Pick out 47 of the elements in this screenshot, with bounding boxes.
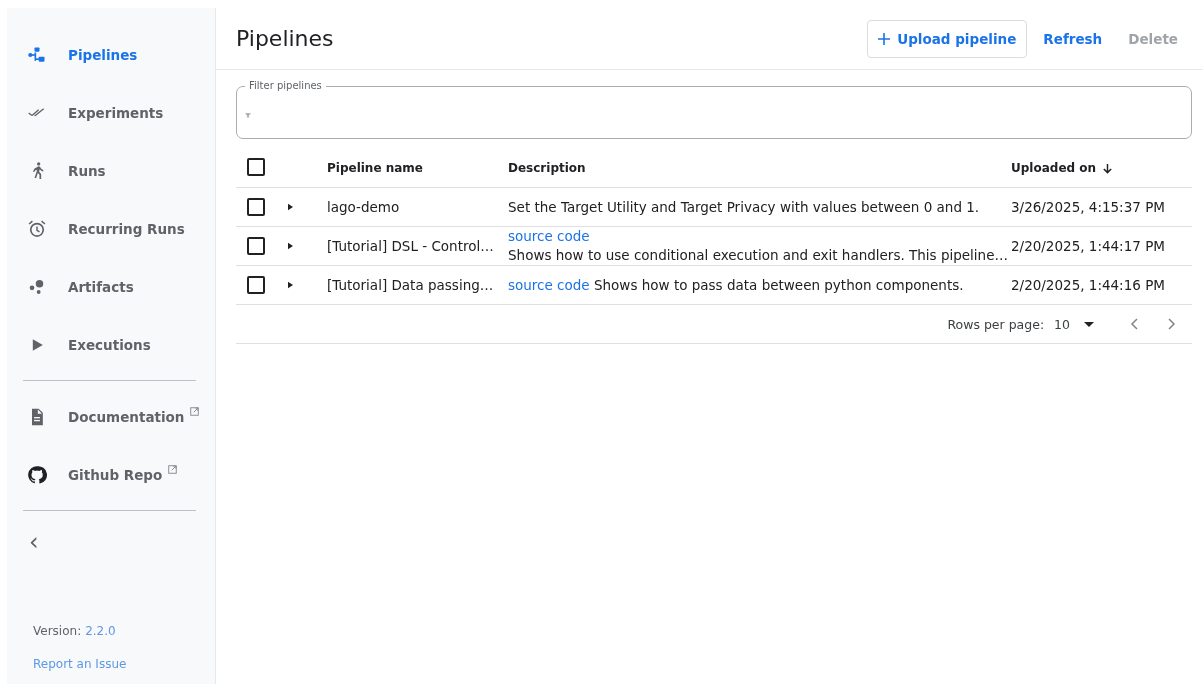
version-label: Version: bbox=[33, 624, 82, 638]
table-cell: 2/20/2025, 1:44:17 PM bbox=[1011, 238, 1165, 254]
nav-item[interactable]: Pipelines bbox=[7, 26, 215, 84]
table-cell: Set the Target Utility and Target Privacy with values between 0 and 1. bbox=[508, 199, 980, 215]
github-icon bbox=[27, 465, 47, 485]
chevron-left-icon bbox=[1130, 318, 1138, 330]
table-cell: lago-demo bbox=[327, 199, 400, 215]
nav-item[interactable]: Recurring Runs bbox=[7, 200, 215, 258]
table-cell: Shows how to pass data between python components. bbox=[594, 277, 964, 293]
collapse-button[interactable]: ‹ bbox=[7, 518, 67, 566]
plus-icon bbox=[878, 32, 891, 45]
nav-item[interactable]: Runs bbox=[7, 142, 215, 200]
checkbox[interactable] bbox=[247, 237, 265, 255]
nav-item[interactable]: Experiments bbox=[7, 84, 215, 142]
nav-item[interactable]: Artifacts bbox=[7, 258, 215, 316]
checkbox[interactable] bbox=[247, 158, 265, 176]
filter-icon bbox=[245, 113, 251, 118]
table-cell: [Tutorial] DSL - Control… bbox=[327, 238, 494, 254]
expand-arrow-icon[interactable] bbox=[288, 242, 293, 250]
column-header[interactable]: Pipeline name bbox=[327, 161, 423, 175]
checkbox[interactable] bbox=[247, 198, 265, 216]
table-cell: [Tutorial] Data passing… bbox=[327, 277, 494, 293]
nav-link[interactable]: Github Repo bbox=[7, 446, 215, 504]
checkbox[interactable] bbox=[247, 276, 265, 294]
sort-arrow-icon bbox=[1102, 162, 1114, 174]
alarm-clock-icon bbox=[27, 219, 47, 239]
page-title: Pipelines bbox=[236, 26, 334, 51]
chevron-right-icon bbox=[1168, 318, 1176, 330]
upload-button[interactable]: Upload pipeline bbox=[867, 19, 1028, 58]
column-header[interactable]: Uploaded on bbox=[1011, 161, 1114, 175]
table-cell: 3/26/2025, 4:15:37 PM bbox=[1011, 199, 1165, 215]
expand-arrow-icon[interactable] bbox=[288, 281, 293, 289]
source-code-link[interactable]: source code bbox=[508, 277, 590, 293]
nav-link[interactable]: Documentation bbox=[7, 388, 215, 446]
table-cell: 2/20/2025, 1:44:16 PM bbox=[1011, 277, 1165, 293]
nav-item[interactable]: Executions bbox=[7, 316, 215, 374]
expand-arrow-icon[interactable] bbox=[288, 203, 293, 211]
report-link[interactable]: Report an Issue bbox=[33, 657, 127, 671]
rows-per-page-select[interactable]: 10 bbox=[1054, 316, 1094, 332]
column-header[interactable]: Description bbox=[508, 161, 586, 175]
toolbar-button[interactable]: Refresh bbox=[1033, 22, 1113, 55]
table-cell: Shows how to use conditional execution and exit handlers. This pipeline… bbox=[508, 246, 1008, 265]
dropdown-caret-icon bbox=[1084, 321, 1094, 327]
pipeline-icon bbox=[27, 45, 47, 65]
source-code-link[interactable]: source code bbox=[508, 227, 590, 246]
version-link[interactable]: 2.2.0 bbox=[85, 624, 116, 638]
rows-per-page-label: Rows per page: bbox=[947, 316, 1045, 332]
